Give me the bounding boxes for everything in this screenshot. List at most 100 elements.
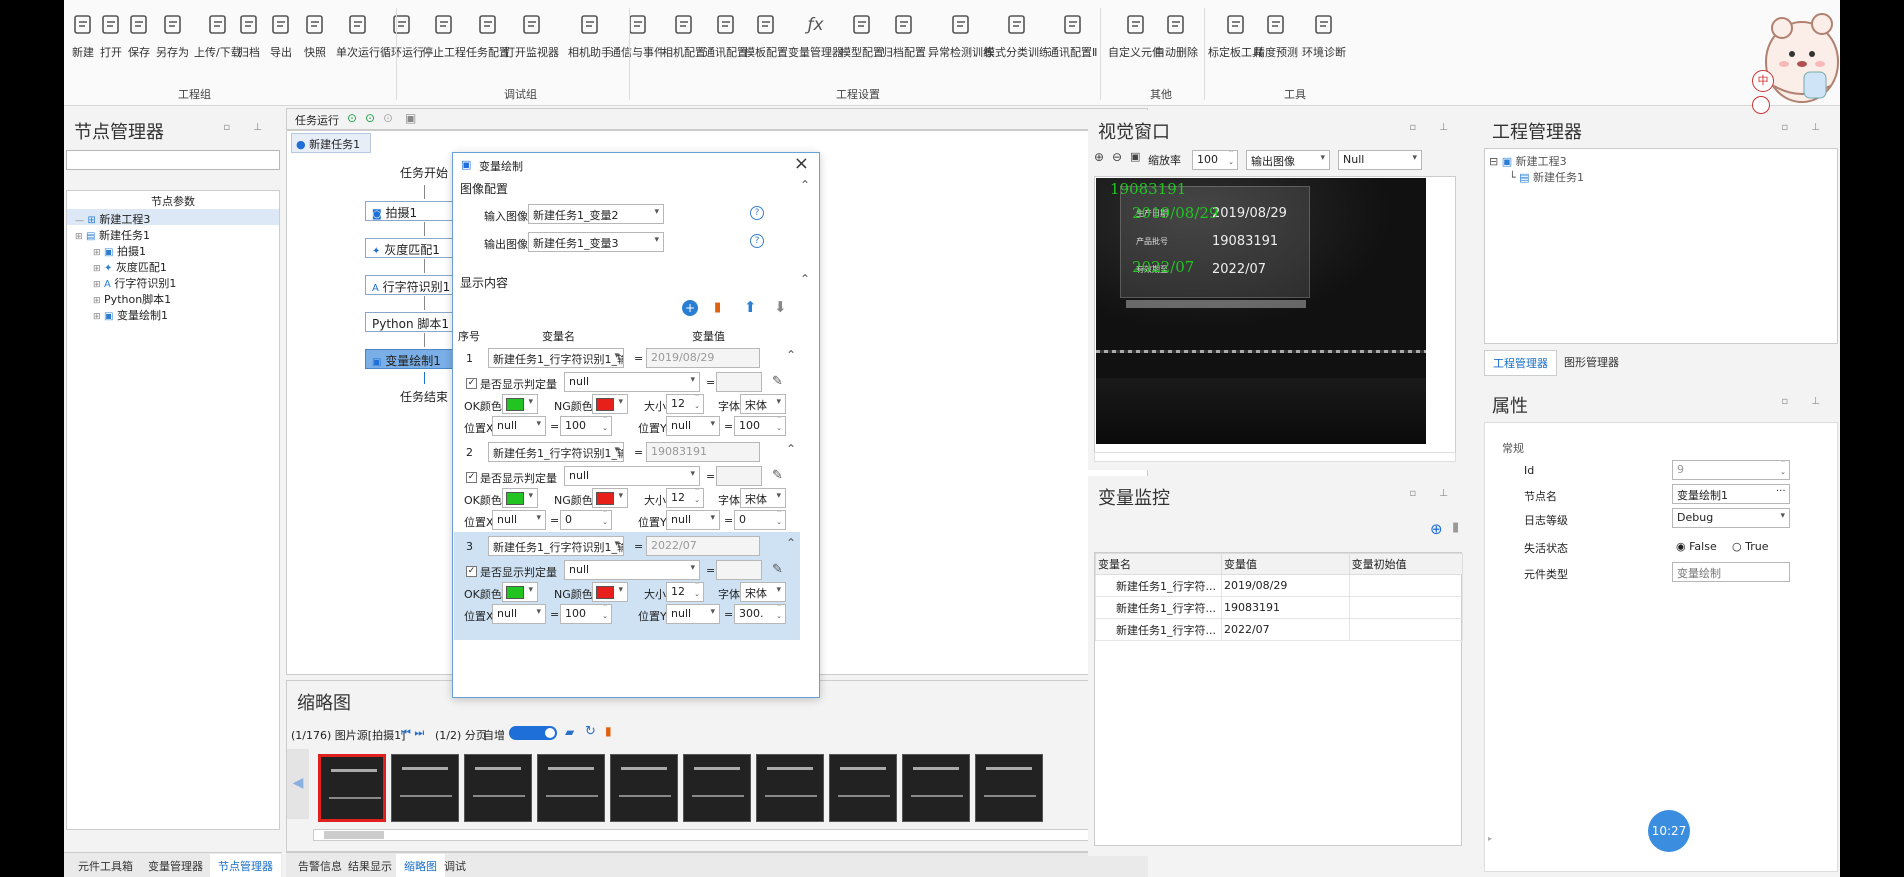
node-name-field[interactable]: 变量绘制1 [1672,484,1790,504]
delete-row-icon[interactable]: ▮ [714,300,721,315]
pos-y-source-select[interactable]: null [666,416,720,436]
ng-color-picker[interactable] [592,488,628,508]
ribbon-comm-event-button[interactable]: 通信与事件 [610,12,665,60]
tree-project[interactable]: ⊟ ▣ 新建工程3 [1489,153,1567,169]
pos-y-source-select[interactable]: null [666,604,720,624]
show-checkbox[interactable]: ✓ [466,472,477,483]
thumbnail-image[interactable] [756,754,824,822]
ribbon-monitor-button[interactable]: 打开监视器 [504,12,559,60]
thumb-scrollbar[interactable] [313,829,1123,841]
edit-icon[interactable]: ✎ [772,562,783,577]
pos-y-input[interactable]: 300. [734,604,786,624]
tab-results[interactable]: 结果显示 [340,854,400,877]
tab-debug[interactable]: 调试 [436,854,474,877]
trash-icon[interactable]: ▮ [605,724,612,738]
zoom-input[interactable]: 100 [1192,150,1238,170]
collapse-icon[interactable]: ⌃ [786,348,796,362]
edit-icon[interactable]: ✎ [772,468,783,483]
null-select[interactable]: Null [1338,150,1422,170]
ribbon-new-button[interactable]: 新建 [70,12,96,60]
ribbon-auto-delete-button[interactable]: 自动删除 [1154,12,1198,60]
pos-y-source-select[interactable]: null [666,510,720,530]
help-icon[interactable]: ? [750,206,764,220]
delete-icon[interactable]: ▮ [1452,520,1459,535]
camera-image[interactable]: 生产日期 2019/08/29 产品批号 19083191 有效期至 2022/… [1096,178,1426,444]
tab-variable-manager[interactable]: 变量管理器 [140,854,211,877]
thumbnail-image[interactable] [610,754,678,822]
thumbnail-image[interactable] [902,754,970,822]
tree-item[interactable]: — ⊞ 新建工程3 [75,211,150,227]
tree-item[interactable]: ⊞ Python脚本1 [93,291,171,307]
pos-x-input[interactable]: 100 [560,604,612,624]
help-icon[interactable]: ? [750,234,764,248]
judge-select[interactable]: null [564,466,700,486]
collapse-icon[interactable]: ⌃ [800,178,810,192]
size-input[interactable]: 12 [666,394,704,414]
size-input[interactable]: 12 [666,582,704,602]
fit-icon[interactable]: ▣ [1130,150,1140,163]
ribbon-camera-config-button[interactable]: 相机配置 [662,12,706,60]
ribbon-fx-button[interactable]: ƒx 变量管理器 [788,12,843,60]
thumbnail-image[interactable] [391,754,459,822]
close-icon[interactable]: × [794,153,809,174]
ribbon-run-once-button[interactable]: 单次运行 [336,12,380,60]
pos-x-input[interactable]: 100 [560,416,612,436]
tab-task1[interactable]: ● 新建任务1 [291,133,371,153]
pos-x-source-select[interactable]: null [492,416,546,436]
font-select[interactable]: 宋体 [740,394,786,414]
zoom-out-icon[interactable]: ⊖ [1112,150,1122,164]
move-down-icon[interactable]: ⬇ [774,298,787,316]
judge-select[interactable]: null [564,372,700,392]
id-field[interactable]: 9 [1672,460,1790,480]
add-row-icon[interactable]: + [682,300,698,316]
ime-settings-icon[interactable] [1752,96,1770,114]
tree-item[interactable]: ⊞ ▣ 拍摄1 [93,243,146,259]
font-select[interactable]: 宋体 [740,488,786,508]
prev-thumb-icon[interactable]: ◀ [287,749,309,819]
ribbon-network-button[interactable]: 通讯配置 [704,12,748,60]
clock-badge[interactable]: 10:27 [1648,810,1690,852]
pos-x-source-select[interactable]: null [492,510,546,530]
pos-x-input[interactable]: 0 [560,510,612,530]
ribbon-snapshot-button[interactable]: 快照 [302,12,328,60]
ribbon-save-as-button[interactable]: 另存为 [156,12,189,60]
collapse-icon[interactable]: ⌃ [786,536,796,550]
table-row[interactable]: 新建任务1_行字符... 19083191 [1095,596,1464,619]
ng-color-picker[interactable] [592,394,628,414]
tree-task[interactable]: └ ▤ 新建任务1 [1509,169,1584,185]
judge-select[interactable]: null [564,560,700,580]
tab-node-manager[interactable]: 节点管理器 [210,854,281,877]
radio-false[interactable]: ◉ False [1676,540,1717,553]
thumbnail-image[interactable] [537,754,605,822]
tree-item[interactable]: ⊞ A 行字符识别1 [93,275,176,291]
settings-icon[interactable]: ▣ [405,111,416,125]
move-up-icon[interactable]: ⬆ [744,298,757,316]
tab-graphic-manager[interactable]: 图形管理器 [1556,350,1627,374]
table-row[interactable]: 新建任务1_行字符... 2019/08/29 [1095,574,1464,597]
ribbon-save-button[interactable]: 保存 [126,12,152,60]
node-search-input[interactable] [66,150,280,170]
ok-color-picker[interactable] [502,582,538,602]
ribbon-diagnose-button[interactable]: 环境诊断 [1302,12,1346,60]
tree-item[interactable]: ⊞ ▤ 新建任务1 [75,227,150,243]
run-loop-icon[interactable]: ⊙ [365,111,375,125]
ribbon-loop-run-button[interactable]: 循环运行 [380,12,424,60]
output-image-select[interactable]: 输出图像 [1246,150,1330,170]
ribbon-camera-helper-button[interactable]: 相机助手 [568,12,612,60]
ribbon-classify-button[interactable]: 模式分类训练 [984,12,1050,60]
stop-icon[interactable]: ⊙ [383,111,393,125]
ime-badge[interactable]: 中 [1752,70,1774,92]
ribbon-export-button[interactable]: 导出 [268,12,294,60]
var-name-select[interactable]: 新建任务1_行字符识别1_输... [488,348,624,368]
add-icon[interactable]: ⊕ [1430,520,1443,538]
ribbon-open-button[interactable]: 打开 [98,12,124,60]
collapse-icon[interactable]: ⌃ [786,442,796,456]
ribbon-model-button[interactable]: 模型配置 [840,12,884,60]
tab-component-toolbox[interactable]: 元件工具箱 [70,854,141,877]
ng-color-picker[interactable] [592,582,628,602]
input-image-select[interactable]: 新建任务1_变量2 [528,204,664,224]
thumbnail-image[interactable] [318,754,386,822]
ribbon-network2-button[interactable]: 通讯配置Ⅱ [1048,12,1097,60]
first-page-icon[interactable]: ⏮ ⏭ [401,726,424,740]
vision-scrollbar[interactable] [1094,452,1456,462]
